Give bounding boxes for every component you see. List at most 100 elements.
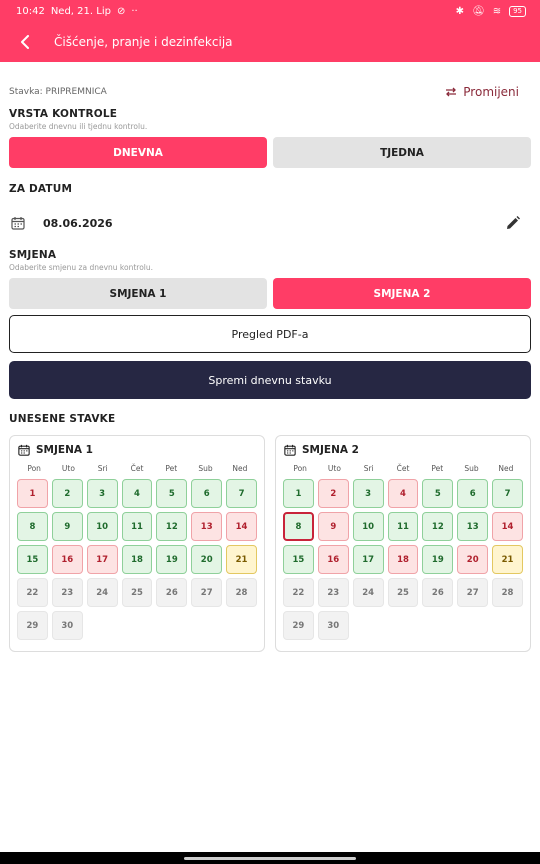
pdf-preview-button[interactable]: Pregled PDF-a — [9, 315, 531, 353]
calendar-day[interactable]: 19 — [156, 545, 188, 574]
calendar-day[interactable]: 9 — [317, 512, 349, 541]
weekday-label: Uto — [61, 464, 75, 473]
calendar-day[interactable]: 1 — [17, 479, 48, 508]
home-indicator[interactable] — [184, 856, 356, 860]
calendar-day[interactable]: 29 — [17, 611, 48, 640]
calendar-day[interactable]: 22 — [17, 578, 48, 607]
calendar-day[interactable]: 4 — [121, 479, 153, 508]
calendar-day[interactable]: 29 — [283, 611, 314, 640]
calendar-header: SMJENA 1 — [18, 444, 257, 456]
calendar-day[interactable]: 20 — [191, 545, 223, 574]
toggle-smjena-1[interactable]: SMJENA 1 — [9, 278, 267, 309]
calendar-day[interactable]: 15 — [283, 545, 314, 574]
date-picker[interactable]: 08.06.2026 — [9, 203, 531, 243]
calendar-day[interactable]: 22 — [283, 578, 314, 607]
calendar-day[interactable]: 10 — [86, 512, 118, 541]
calendar-day[interactable]: 5 — [422, 479, 454, 508]
back-button[interactable] — [14, 30, 38, 54]
weekday-label: Pon — [27, 464, 41, 473]
vrsta-subtitle: Odaberite dnevnu ili tjednu kontrolu. — [9, 122, 148, 131]
calendar-day[interactable]: 21 — [226, 545, 257, 574]
weekday-label: Čet — [396, 464, 410, 473]
sync-icon: ⊘ — [116, 5, 126, 17]
calendar-day[interactable]: 14 — [492, 512, 523, 541]
datum-title: ZA DATUM — [9, 183, 73, 195]
calendar-day[interactable]: 6 — [191, 479, 223, 508]
calendar-day[interactable]: 28 — [492, 578, 523, 607]
save-button[interactable]: Spremi dnevnu stavku — [9, 361, 531, 399]
smjena-title: SMJENA — [9, 249, 57, 261]
weekday-label: Pet — [431, 464, 444, 473]
calendar-icon — [18, 444, 30, 456]
calendar-day[interactable]: 17 — [86, 545, 118, 574]
weekday-label: Sri — [97, 464, 108, 473]
calendar-day[interactable]: 4 — [387, 479, 419, 508]
calendar-card-smjena-1: SMJENA 1 Pon Uto Sri Čet Pet Sub Ned 1 2 3 4 5 6 7 8 9 10… — [9, 435, 265, 652]
stavka-label: Stavka: PRIPREMNICA — [9, 87, 107, 97]
calendar-day[interactable]: 28 — [226, 578, 257, 607]
calendar-day[interactable]: 25 — [387, 578, 419, 607]
weekday-label: Sri — [363, 464, 374, 473]
weekday-label: Ned — [232, 464, 248, 473]
calendar-day[interactable]: 8 — [283, 512, 314, 541]
calendar-day[interactable]: 12 — [156, 512, 188, 541]
calendar-day[interactable]: 19 — [422, 545, 454, 574]
page-title: Čišćenje, pranje i dezinfekcija — [54, 35, 233, 49]
calendar-day[interactable]: 2 — [317, 479, 349, 508]
calendar-day[interactable]: 20 — [457, 545, 489, 574]
toggle-dnevna[interactable]: DNEVNA — [9, 137, 267, 168]
calendar-day[interactable]: 16 — [317, 545, 349, 574]
calendar-day[interactable]: 10 — [352, 512, 384, 541]
calendar-day[interactable]: 15 — [17, 545, 48, 574]
swap-icon — [446, 87, 457, 97]
toggle-smjena-2[interactable]: SMJENA 2 — [273, 278, 531, 309]
calendar-day[interactable]: 2 — [51, 479, 83, 508]
calendar-day[interactable]: 23 — [317, 578, 349, 607]
calendar-day[interactable]: 11 — [121, 512, 153, 541]
calendar-title: SMJENA 2 — [302, 444, 359, 456]
calendar-day[interactable]: 30 — [317, 611, 349, 640]
calendar-day[interactable]: 6 — [457, 479, 489, 508]
calendar-day[interactable]: 13 — [457, 512, 489, 541]
calendar-day[interactable]: 18 — [121, 545, 153, 574]
weekday-label: Sub — [198, 464, 213, 473]
battery-icon: 95 — [509, 5, 526, 17]
back-arrow-icon — [21, 35, 29, 49]
calendar-day[interactable]: 21 — [492, 545, 523, 574]
calendar-day[interactable]: 23 — [51, 578, 83, 607]
edit-pencil-icon[interactable] — [505, 215, 521, 231]
change-label: Promijeni — [463, 85, 519, 99]
calendar-day[interactable]: 3 — [352, 479, 384, 508]
calendar-icon — [11, 217, 25, 230]
calendar-day[interactable]: 8 — [17, 512, 48, 541]
status-date: Ned, 21. Lip — [50, 5, 111, 17]
toggle-tjedna[interactable]: TJEDNA — [273, 137, 531, 168]
calendar-day[interactable]: 12 — [422, 512, 454, 541]
calendar-day[interactable]: 25 — [121, 578, 153, 607]
wifi-icon: ≋ — [492, 5, 502, 17]
calendar-day[interactable]: 13 — [191, 512, 223, 541]
calendar-day[interactable]: 26 — [422, 578, 454, 607]
calendar-day[interactable]: 1 — [283, 479, 314, 508]
calendar-day[interactable]: 9 — [51, 512, 83, 541]
calendar-day[interactable]: 24 — [86, 578, 118, 607]
calendar-day[interactable]: 17 — [352, 545, 384, 574]
calendar-day[interactable]: 5 — [156, 479, 188, 508]
calendar-day[interactable]: 30 — [51, 611, 83, 640]
smjena-subtitle: Odaberite smjenu za dnevnu kontrolu. — [9, 263, 154, 272]
calendar-day[interactable]: 18 — [387, 545, 419, 574]
calendar-day[interactable]: 7 — [492, 479, 523, 508]
bluetooth-icon: ✱ — [455, 5, 464, 17]
calendar-header: SMJENA 2 — [284, 444, 523, 456]
change-button[interactable]: Promijeni — [445, 85, 531, 99]
calendar-day[interactable]: 27 — [191, 578, 223, 607]
calendar-day[interactable]: 16 — [51, 545, 83, 574]
calendar-day[interactable]: 3 — [86, 479, 118, 508]
weekday-label: Uto — [327, 464, 341, 473]
calendar-day[interactable]: 14 — [226, 512, 257, 541]
calendar-day[interactable]: 24 — [352, 578, 384, 607]
calendar-day[interactable]: 11 — [387, 512, 419, 541]
calendar-day[interactable]: 26 — [156, 578, 188, 607]
calendar-day[interactable]: 27 — [457, 578, 489, 607]
calendar-day[interactable]: 7 — [226, 479, 257, 508]
